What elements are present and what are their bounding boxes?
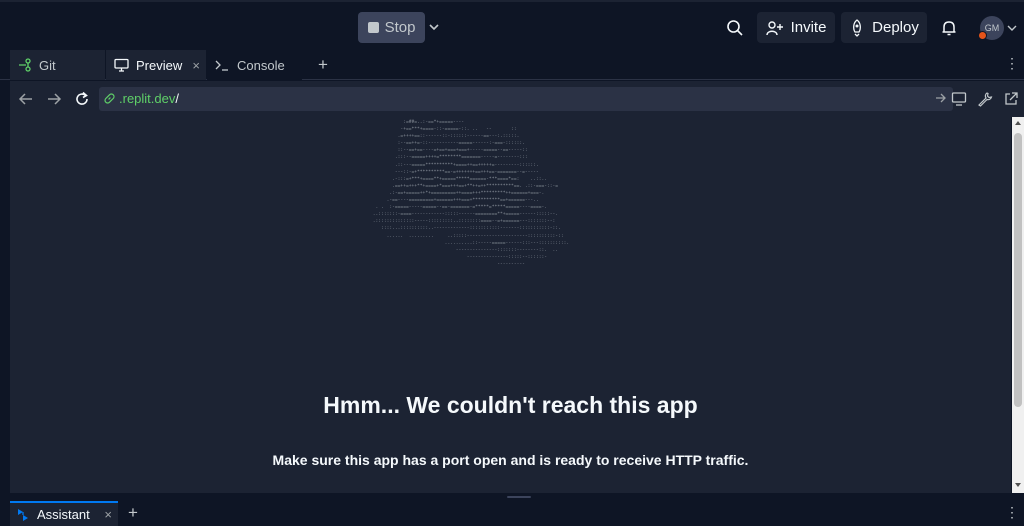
scroll-up-arrow-icon[interactable]	[1015, 121, 1021, 125]
forward-arrow-icon[interactable]	[46, 91, 62, 107]
left-rail	[0, 50, 10, 500]
search-icon[interactable]	[725, 18, 745, 38]
url-host: .replit.dev	[119, 91, 176, 106]
resize-grip[interactable]	[507, 496, 531, 498]
external-link-icon[interactable]	[1003, 91, 1019, 107]
close-icon[interactable]: ×	[104, 507, 112, 522]
deploy-label: Deploy	[872, 19, 919, 36]
close-icon[interactable]: ×	[192, 58, 200, 73]
tab-label: Git	[39, 57, 56, 73]
link-icon	[104, 93, 115, 104]
tab-label: Preview	[136, 57, 183, 73]
stop-label: Stop	[384, 19, 416, 36]
scroll-down-arrow-icon[interactable]	[1015, 483, 1021, 487]
add-tab-icon[interactable]: +	[128, 503, 138, 523]
ascii-art-illustration: :=##=..:-==*+=====---- -+==***+====-::-=…	[372, 120, 570, 267]
rocket-icon	[853, 18, 862, 37]
tab-label: Console	[237, 57, 285, 73]
tab-preview[interactable]: Preview ×	[106, 50, 206, 80]
pane-resize-handle[interactable]	[0, 493, 1024, 501]
git-icon	[19, 58, 31, 72]
stop-button[interactable]: Stop	[358, 12, 425, 43]
stop-icon	[367, 22, 379, 33]
bell-icon[interactable]	[939, 18, 959, 38]
tab-assistant[interactable]: Assistant ×	[10, 501, 118, 526]
bottom-tab-bar: Assistant × + ⋮	[0, 501, 1024, 526]
top-bar: Stop Invite Deploy GM	[0, 0, 1024, 50]
chevron-down-icon[interactable]	[428, 19, 440, 35]
tab-bar: Git Preview × Console + ⋮	[0, 50, 1024, 80]
url-input[interactable]: .replit.dev/	[99, 87, 953, 111]
tab-console[interactable]: Console	[207, 50, 302, 80]
back-arrow-icon[interactable]	[18, 91, 34, 107]
error-subtitle: Make sure this app has a port open and i…	[272, 452, 749, 468]
add-tab-icon[interactable]: +	[318, 55, 328, 75]
terminal-icon	[215, 60, 228, 71]
go-arrow-icon[interactable]	[935, 92, 947, 104]
monitor-icon	[114, 58, 129, 72]
scrollbar[interactable]	[1012, 117, 1024, 493]
invite-label: Invite	[790, 19, 827, 36]
chevron-down-icon[interactable]	[1007, 23, 1017, 33]
deploy-button[interactable]: Deploy	[841, 12, 927, 43]
reload-icon[interactable]	[74, 91, 90, 107]
scrollbar-thumb[interactable]	[1014, 133, 1022, 407]
error-title: Hmm... We couldn't reach this app	[323, 392, 698, 418]
add-user-icon	[765, 20, 783, 35]
assistant-icon	[18, 508, 28, 521]
status-badge	[978, 31, 987, 40]
tab-git[interactable]: Git	[10, 50, 105, 80]
more-menu-icon[interactable]: ⋮	[1005, 55, 1019, 72]
preview-pane: :=##=..:-==*+=====---- -+==***+====-::-=…	[10, 117, 1011, 493]
url-bar: .replit.dev/	[10, 81, 1024, 117]
avatar-initials: GM	[984, 23, 1000, 33]
wrench-icon[interactable]	[977, 91, 993, 107]
url-path: /	[175, 91, 179, 106]
device-icon[interactable]	[951, 91, 967, 107]
tab-label: Assistant	[37, 507, 90, 522]
invite-button[interactable]: Invite	[757, 12, 835, 43]
more-menu-icon[interactable]: ⋮	[1005, 504, 1019, 521]
